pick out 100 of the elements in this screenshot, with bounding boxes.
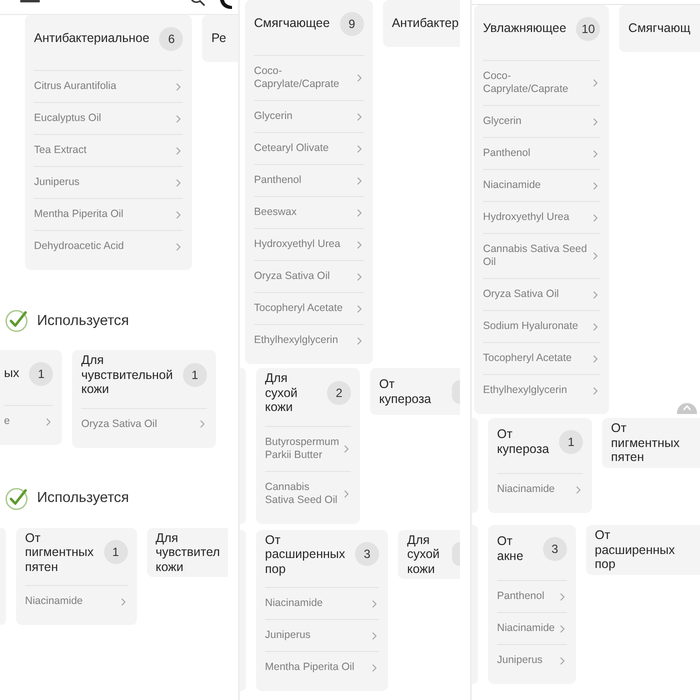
ingredient-item[interactable]: Dehydroacetic Acid (34, 230, 184, 262)
chevron-icon (593, 354, 598, 362)
chevron-icon (356, 272, 362, 280)
count-badge: 9 (340, 12, 364, 36)
ingredient-item[interactable]: Glycerin (254, 100, 364, 132)
ingredient-item[interactable]: Citrus Aurantifolia (34, 70, 184, 102)
category-title: Антибактер (392, 16, 459, 31)
chevron-icon (176, 114, 182, 122)
ingredient-item[interactable]: Mentha Piperita Oil (34, 198, 184, 230)
category-title: От купероза (379, 377, 432, 406)
chevron-icon (176, 82, 182, 90)
section-title: Используется (37, 312, 130, 330)
count-badge: 2 (327, 380, 352, 405)
ingredient-item[interactable]: Niacinamide (497, 612, 567, 644)
chevron-icon (593, 290, 598, 298)
chevron-icon (576, 486, 582, 494)
ingredient-item[interactable]: Mentha Piperita Oil (265, 651, 380, 683)
category-title: От расширенных пор (594, 528, 675, 572)
ingredient-item[interactable]: Beeswax (254, 196, 364, 228)
chevron-icon (356, 144, 362, 152)
chevron-icon (372, 632, 378, 640)
ingredient-item[interactable]: Cannabis Sativa Seed Oil (483, 233, 600, 278)
ingredient-item[interactable]: Tocopheryl Acetate (254, 292, 364, 324)
ingredient-item[interactable]: Butyrospermum Parkii Butter (265, 426, 352, 470)
ingredient-item[interactable]: Tea Extract (34, 134, 184, 166)
category-title: Для чувствительной кожи (81, 353, 173, 396)
ingredient-item[interactable]: e (4, 405, 54, 437)
chevron-icon (176, 242, 182, 250)
ingredient-item[interactable]: Ethylhexylglycerin (483, 374, 600, 406)
category-title: Для сухой кожи (407, 532, 440, 576)
category-title: Смягчающ (628, 21, 690, 36)
chevron-icon (372, 664, 378, 672)
ingredient-item[interactable]: Sodium Hyaluronate (483, 310, 600, 342)
chevron-icon (356, 112, 362, 120)
chevron-icon (356, 304, 362, 312)
search-icon[interactable] (191, 0, 205, 6)
chevron-icon (593, 214, 598, 222)
chevron-icon (560, 592, 565, 600)
chevron-icon (344, 490, 350, 498)
category-title: От пигментных пятен (611, 421, 680, 464)
ingredient-item[interactable]: Hydroxyethyl Urea (483, 201, 600, 233)
ingredient-item[interactable]: Oryza Sativa Oil (254, 260, 364, 292)
ingredient-item[interactable]: Ethylhexylglycerin (254, 324, 364, 356)
chevron-icon (593, 150, 598, 158)
ingredient-item[interactable]: Panthenol (254, 164, 364, 196)
chevron-icon (593, 386, 598, 394)
category-title: От акне (497, 534, 524, 563)
count-badge: 1 (182, 362, 207, 387)
ingredient-item[interactable]: Hydroxyethyl Urea (254, 228, 364, 260)
category-title: Для сухой кожи (265, 371, 298, 414)
count-badge: 1 (29, 362, 54, 386)
category-title: От расширенных пор (265, 532, 346, 576)
ingredient-item[interactable]: Coco-Caprylate/Caprate (254, 55, 364, 100)
chevron-icon (176, 210, 182, 218)
category-title: От купероза (497, 427, 550, 456)
chevron-icon (560, 624, 565, 632)
chevron-icon (593, 118, 598, 126)
chevron-icon (120, 598, 126, 606)
category-title: Увлажняющее (483, 21, 566, 36)
ingredient-item[interactable]: Glycerin (483, 105, 600, 137)
ingredient-item[interactable]: Juniperus (265, 619, 380, 651)
count-badge: 3 (355, 542, 380, 566)
category-title: Смягчающее (254, 16, 330, 31)
count-badge: 1 (104, 540, 128, 564)
chevron-icon (593, 322, 598, 330)
ingredient-item[interactable]: Panthenol (497, 580, 567, 612)
chevron-icon (356, 336, 362, 344)
ingredient-item[interactable]: Panthenol (483, 137, 600, 169)
category-title: От пигментных пятен (25, 530, 94, 574)
ingredient-item[interactable]: Niacinamide (265, 587, 380, 619)
ingredient-item[interactable]: Eucalyptus Oil (34, 102, 184, 134)
ingredient-item[interactable]: Coco-Caprylate/Caprate (483, 60, 600, 105)
chevron-icon (176, 178, 182, 186)
ingredient-item[interactable]: Juniperus (497, 644, 567, 676)
ingredient-item[interactable]: Niacinamide (483, 169, 600, 201)
ingredient-item[interactable]: Tocopheryl Acetate (483, 342, 600, 374)
chevron-icon (372, 600, 378, 608)
category-title: Ре (211, 31, 226, 46)
chevron-icon (344, 444, 350, 452)
ingredient-item[interactable]: Cannabis Sativa Seed Oil (265, 470, 352, 516)
phone-icon[interactable] (220, 0, 232, 9)
count-badge: 6 (159, 26, 184, 50)
ingredient-item[interactable]: Oryza Sativa Oil (81, 408, 207, 440)
chevron-icon (356, 176, 362, 184)
ingredient-item[interactable]: Juniperus (34, 166, 184, 198)
check-icon (5, 309, 28, 332)
chevron-icon (593, 252, 598, 260)
count-badge: 1 (559, 430, 584, 454)
chevron-icon (356, 208, 362, 216)
menu-icon[interactable] (20, 0, 40, 3)
ingredient-item[interactable]: Cetearyl Olivate (254, 132, 364, 164)
ingredient-item[interactable]: Niacinamide (25, 585, 128, 617)
ingredient-item[interactable]: Niacinamide (497, 473, 584, 505)
chevron-icon (176, 146, 182, 154)
arrow-up-icon (683, 405, 691, 410)
ingredient-item[interactable]: Oryza Sativa Oil (483, 278, 600, 310)
category-title: Антибактериальное (34, 31, 150, 46)
chevron-icon (593, 182, 598, 190)
category-title: ых (4, 366, 20, 381)
check-icon (5, 486, 28, 510)
